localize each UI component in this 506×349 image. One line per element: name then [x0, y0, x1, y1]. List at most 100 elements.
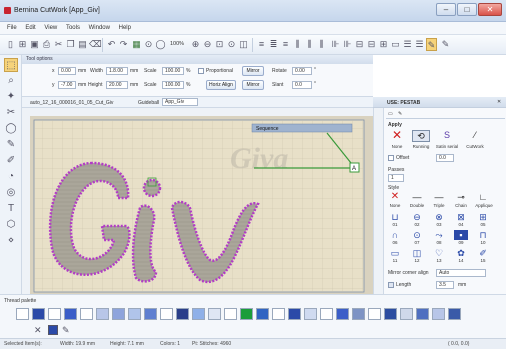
pattern-06-icon[interactable]: ∩	[388, 230, 402, 240]
minimize-button[interactable]: –	[436, 3, 456, 16]
select-tool-icon[interactable]: ⬚	[4, 58, 18, 72]
thread-swatch[interactable]	[16, 308, 29, 320]
copy-icon[interactable]: ❐	[65, 38, 76, 51]
thread-swatch[interactable]	[416, 308, 429, 320]
align-top-icon[interactable]: ⫼	[292, 38, 303, 51]
align-right-icon[interactable]: ≡	[280, 38, 291, 51]
pattern-05-icon[interactable]: ⊞	[476, 212, 490, 222]
redo-icon[interactable]: ↷	[118, 38, 129, 51]
line-cutwork-icon[interactable]: ⁄	[466, 130, 484, 140]
tab-pen-icon[interactable]: ✎	[398, 111, 402, 117]
delete-icon[interactable]: ⌫	[89, 38, 102, 51]
zoom-out-icon[interactable]: ⊖	[202, 38, 213, 51]
thread-swatch[interactable]	[336, 308, 349, 320]
distribute-h-icon[interactable]: ⊪	[330, 38, 341, 51]
height-field[interactable]: 20.00	[106, 81, 128, 89]
eye-tool-icon[interactable]: ◎	[4, 186, 18, 200]
pen-highlight-icon[interactable]: ✎	[426, 38, 437, 51]
thread-swatch[interactable]	[368, 308, 381, 320]
mirror-corner-combo[interactable]: Auto	[436, 269, 486, 277]
thread-swatch[interactable]	[304, 308, 317, 320]
scale-y-field[interactable]: 100.00	[162, 81, 184, 89]
brush-tool-icon[interactable]: ✐	[4, 154, 18, 168]
maximize-button[interactable]: □	[457, 3, 477, 16]
space-v-icon[interactable]: ⊟	[366, 38, 377, 51]
pattern-08-icon[interactable]: ⤳	[432, 230, 446, 240]
style-applique-icon[interactable]: ∟	[476, 192, 490, 202]
thread-swatch[interactable]	[160, 308, 173, 320]
pattern-14-icon[interactable]: ✿	[454, 248, 468, 258]
menu-window[interactable]: Window	[89, 22, 110, 35]
passes-field[interactable]: 1	[388, 174, 404, 182]
style-double-icon[interactable]: —	[410, 192, 424, 202]
thread-swatch[interactable]	[272, 308, 285, 320]
pattern-15-icon[interactable]: ✐	[476, 248, 490, 258]
rotate-field[interactable]: 0.00	[292, 67, 312, 75]
pencil-icon[interactable]: ✎	[440, 38, 451, 51]
thread-color-icon[interactable]	[48, 325, 58, 335]
order-back-icon[interactable]: ☰	[414, 38, 425, 51]
thread-swatch[interactable]	[448, 308, 461, 320]
print-icon[interactable]: ⎙	[41, 38, 52, 51]
cut-icon[interactable]: ✂	[53, 38, 64, 51]
order-icon[interactable]: ☰	[402, 38, 413, 51]
node-tool-icon[interactable]: ⋄	[4, 234, 18, 248]
pattern-12-icon[interactable]: ◫	[410, 248, 424, 258]
proportional-checkbox[interactable]	[198, 68, 204, 74]
style-chain-icon[interactable]: ⊸	[454, 192, 468, 202]
thread-swatch[interactable]	[352, 308, 365, 320]
vertical-scrollbar[interactable]	[373, 108, 383, 294]
save-icon[interactable]: ▣	[29, 38, 40, 51]
thread-swatch[interactable]	[32, 308, 45, 320]
zoom-level[interactable]: 100%	[170, 41, 184, 47]
thread-swatch[interactable]	[96, 308, 109, 320]
thread-swatch[interactable]	[64, 308, 77, 320]
thread-swatch[interactable]	[288, 308, 301, 320]
pattern-09-icon[interactable]: ▪	[454, 230, 468, 240]
group-icon[interactable]: ⊞	[378, 38, 389, 51]
thread-swatch[interactable]	[48, 308, 61, 320]
guideball-combo[interactable]: App_Giv	[162, 98, 198, 106]
close-button[interactable]: ✕	[478, 3, 502, 16]
pattern-11-icon[interactable]: ▭	[388, 248, 402, 258]
length-checkbox[interactable]	[388, 282, 394, 288]
x-field[interactable]: 0.00	[58, 67, 76, 75]
pattern-01-icon[interactable]: ⊔	[388, 212, 402, 222]
style-triple-icon[interactable]: —	[432, 192, 446, 202]
line-none-icon[interactable]: ✕	[388, 129, 406, 141]
pattern-07-icon[interactable]: ⊙	[410, 230, 424, 240]
menu-help[interactable]: Help	[119, 22, 131, 35]
thread-swatch[interactable]	[384, 308, 397, 320]
thread-edit-icon[interactable]: ✎	[62, 325, 72, 335]
thread-swatch[interactable]	[320, 308, 333, 320]
grid-icon[interactable]: ▦	[131, 38, 142, 51]
thread-swatch[interactable]	[112, 308, 125, 320]
menu-view[interactable]: View	[44, 22, 57, 35]
tab-use-icon[interactable]: ▭	[388, 111, 393, 117]
thread-swatch[interactable]	[240, 308, 253, 320]
menu-edit[interactable]: Edit	[25, 22, 35, 35]
align-center-icon[interactable]: ≣	[268, 38, 279, 51]
mirror-h-button[interactable]: Mirror	[242, 66, 264, 76]
text-tool-icon[interactable]: T	[4, 202, 18, 216]
undo-icon[interactable]: ↶	[106, 38, 117, 51]
offset-checkbox[interactable]	[388, 155, 394, 161]
pattern-03-icon[interactable]: ⊗	[432, 212, 446, 222]
distribute-v-icon[interactable]: ⊪	[342, 38, 353, 51]
length-field[interactable]: 3.5	[436, 281, 454, 289]
ungroup-icon[interactable]: ▭	[390, 38, 401, 51]
shape-tool-icon[interactable]: ⬡	[4, 218, 18, 232]
align-middle-icon[interactable]: ⫼	[304, 38, 315, 51]
thread-swatch[interactable]	[400, 308, 413, 320]
mirror-v-button[interactable]: Mirror	[242, 80, 264, 90]
pattern-13-icon[interactable]: ♡	[432, 248, 446, 258]
circle-tool-icon[interactable]: ◯	[4, 122, 18, 136]
line-satin-icon[interactable]: S	[438, 130, 456, 140]
pen-tool-icon[interactable]: ✎	[4, 138, 18, 152]
zoom-sel-icon[interactable]: ⊙	[226, 38, 237, 51]
offset-field[interactable]: 0.0	[436, 154, 454, 162]
thread-swatch[interactable]	[144, 308, 157, 320]
panel-close-icon[interactable]: ✕	[497, 99, 501, 105]
preview-icon[interactable]: ◫	[238, 38, 249, 51]
align-left-icon[interactable]: ≡	[256, 38, 267, 51]
